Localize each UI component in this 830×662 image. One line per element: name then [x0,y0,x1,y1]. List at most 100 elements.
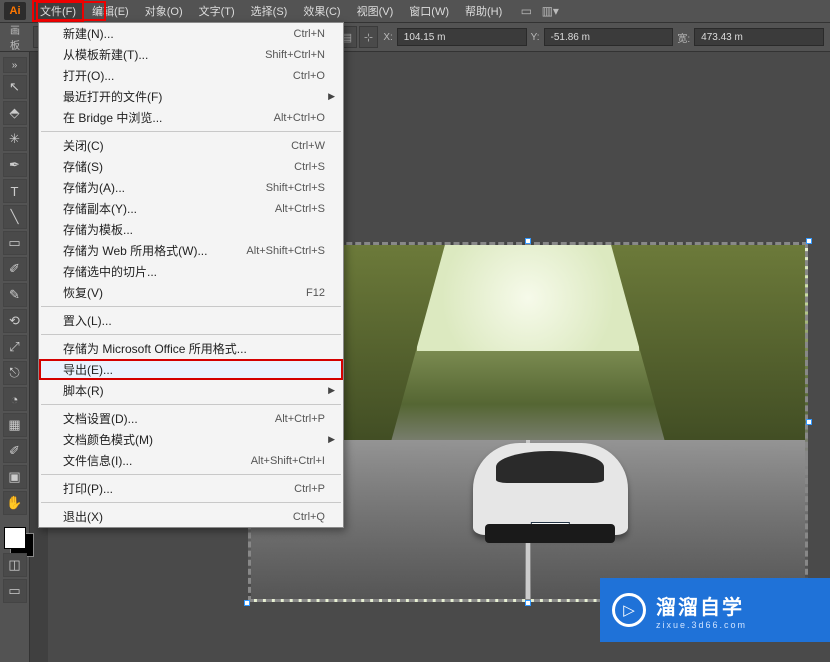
submenu-arrow-icon: ▶ [328,385,335,396]
tool-width[interactable]: ⎋ [3,361,27,385]
menu-help[interactable]: 帮助(H) [457,0,510,22]
menuitem-d[interactable]: 文档设置(D)...Alt+Ctrl+P [39,408,343,429]
menuitem-label: 存储为 Microsoft Office 所用格式... [63,340,325,357]
menu-edit[interactable]: 编辑(E) [84,0,137,22]
tool-rotate[interactable]: ⟲ [3,309,27,333]
menu-view[interactable]: 视图(V) [349,0,402,22]
menuitem-label: 脚本(R) [63,382,325,399]
menuitem-p[interactable]: 打印(P)...Ctrl+P [39,478,343,499]
tool-pen[interactable]: ✒ [3,153,27,177]
menuitem-n[interactable]: 新建(N)...Ctrl+N [39,23,343,44]
tool-line[interactable]: ╲ [3,205,27,229]
file-menu-dropdown[interactable]: 新建(N)...Ctrl+N从模板新建(T)...Shift+Ctrl+N打开(… [38,22,344,528]
submenu-arrow-icon: ▶ [328,434,335,445]
app-logo: Ai [4,2,26,20]
tools-panel: » ↖ ⬘ ✳ ✒ T ╲ ▭ ✐ ✎ ⟲ ⤢ ⎋ ◔ ▦ ✐ ▣ ✋ ◫ ▭ [0,52,30,662]
fill-stroke-swatch[interactable] [4,527,26,549]
menuitem-label: 打开(O)... [63,67,293,84]
menuitem-s[interactable]: 存储(S)Ctrl+S [39,156,343,177]
play-icon: ▷ [612,593,646,627]
w-label: 宽: [677,30,690,45]
menuitem-shortcut: Shift+Ctrl+N [265,49,325,61]
tool-tab-icon[interactable]: » [3,57,27,73]
menu-window[interactable]: 窗口(W) [401,0,457,22]
tool-selection[interactable]: ↖ [3,75,27,99]
handle-bottom-left[interactable] [244,600,250,606]
submenu-arrow-icon: ▶ [328,91,335,102]
menu-separator [41,131,341,132]
menuitem-l[interactable]: 置入(L)... [39,310,343,331]
menuitem-label: 关闭(C) [63,137,291,154]
menuitem-a[interactable]: 存储为(A)...Shift+Ctrl+S [39,177,343,198]
menuitem-microsoftoffice[interactable]: 存储为 Microsoft Office 所用格式... [39,338,343,359]
menuitem-bridge[interactable]: 在 Bridge 中浏览...Alt+Ctrl+O [39,107,343,128]
tool-shape-builder[interactable]: ◔ [3,387,27,411]
x-label: X: [383,32,392,43]
menuitem-shortcut: Ctrl+N [294,28,325,40]
tool-rectangle[interactable]: ▭ [3,231,27,255]
tool-brush[interactable]: ✐ [3,257,27,281]
watermark-url: zixue.3d66.com [656,620,747,630]
menuitem-o[interactable]: 打开(O)...Ctrl+O [39,65,343,86]
handle-bottom[interactable] [525,600,531,606]
handle-top-right[interactable] [806,238,812,244]
menuitem-label: 文档设置(D)... [63,410,275,427]
menu-select[interactable]: 选择(S) [243,0,296,22]
menuitem-y[interactable]: 存储副本(Y)...Alt+Ctrl+S [39,198,343,219]
menu-separator [41,502,341,503]
menuitem-shortcut: Ctrl+Q [293,511,325,523]
menuitem-[interactable]: 存储为模板... [39,219,343,240]
x-field[interactable] [397,28,527,46]
menu-separator [41,404,341,405]
tool-magic-wand[interactable]: ✳ [3,127,27,151]
tool-artboard[interactable]: ▣ [3,465,27,489]
menu-effect[interactable]: 效果(C) [295,0,348,22]
menuitem-label: 导出(E)... [63,361,325,378]
handle-top[interactable] [525,238,531,244]
menuitem-label: 新建(N)... [63,25,294,42]
menuitem-c[interactable]: 关闭(C)Ctrl+W [39,135,343,156]
tool-gradient[interactable]: ▦ [3,413,27,437]
y-field[interactable] [544,28,674,46]
menuitem-label: 最近打开的文件(F) [63,88,325,105]
menuitem-label: 在 Bridge 中浏览... [63,109,274,126]
menu-type[interactable]: 文字(T) [191,0,243,22]
tool-scale[interactable]: ⤢ [3,335,27,359]
menuitem-r[interactable]: 脚本(R)▶ [39,380,343,401]
menuitem-webw[interactable]: 存储为 Web 所用格式(W)...Alt+Shift+Ctrl+S [39,240,343,261]
workspace-icon[interactable]: ▥▾ [542,3,558,19]
menubar-extra-icons: ▭ ▥▾ [518,3,558,19]
handle-right[interactable] [806,419,812,425]
watermark-overlay: ▷ 溜溜自学 zixue.3d66.com [600,578,830,642]
reference-point-icon[interactable]: ⊹ [359,26,379,48]
tool-direct-select[interactable]: ⬘ [3,101,27,125]
tool-pencil[interactable]: ✎ [3,283,27,307]
menuitem-label: 存储(S) [63,158,294,175]
w-field[interactable] [694,28,824,46]
tool-hand[interactable]: ✋ [3,491,27,515]
menuitem-f[interactable]: 最近打开的文件(F)▶ [39,86,343,107]
menuitem-v[interactable]: 恢复(V)F12 [39,282,343,303]
menuitem-i[interactable]: 文件信息(I)...Alt+Shift+Ctrl+I [39,450,343,471]
menuitem-shortcut: Alt+Shift+Ctrl+I [251,455,325,467]
tool-type[interactable]: T [3,179,27,203]
menu-object[interactable]: 对象(O) [137,0,191,22]
menuitem-shortcut: F12 [306,287,325,299]
tool-eyedropper[interactable]: ✐ [3,439,27,463]
menu-file[interactable]: 文件(F) [32,0,84,22]
menuitem-shortcut: Ctrl+W [291,140,325,152]
menuitem-x[interactable]: 退出(X)Ctrl+Q [39,506,343,527]
menuitem-label: 打印(P)... [63,480,294,497]
menuitem-t[interactable]: 从模板新建(T)...Shift+Ctrl+N [39,44,343,65]
menuitem-[interactable]: 存储选中的切片... [39,261,343,282]
menu-separator [41,474,341,475]
menuitem-e[interactable]: 导出(E)... [39,359,343,380]
menubar: Ai 文件(F) 编辑(E) 对象(O) 文字(T) 选择(S) 效果(C) 视… [0,0,830,22]
menuitem-label: 文件信息(I)... [63,452,251,469]
menuitem-label: 从模板新建(T)... [63,46,265,63]
menuitem-m[interactable]: 文档颜色模式(M)▶ [39,429,343,450]
screen-mode-icon[interactable]: ▭ [3,579,27,603]
layout-icon[interactable]: ▭ [518,3,534,19]
draw-mode-icon[interactable]: ◫ [3,553,27,577]
artboard-label: 画板 [10,22,28,52]
